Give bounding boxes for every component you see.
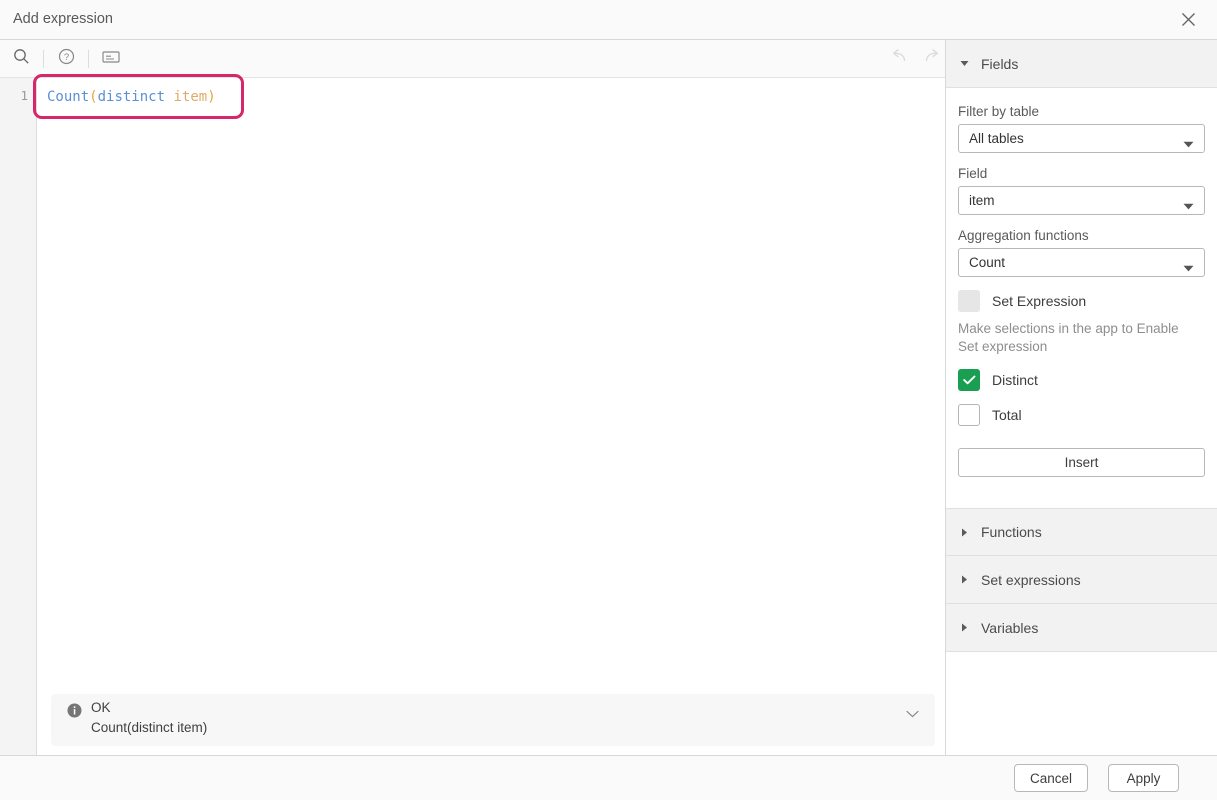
dialog-footer: Cancel Apply — [0, 755, 1217, 800]
caret-right-icon — [959, 575, 969, 585]
set-expression-helper-text: Make selections in the app to Enable Set… — [958, 320, 1196, 356]
sidebar-panel: Fields Filter by table All tables Field … — [945, 40, 1217, 755]
check-icon — [963, 375, 976, 385]
section-label-fields: Fields — [981, 56, 1018, 72]
editor-gutter: 1 — [0, 78, 37, 755]
svg-text:?: ? — [63, 52, 68, 63]
section-header-fields[interactable]: Fields — [946, 40, 1217, 88]
info-icon — [67, 703, 82, 718]
line-number: 1 — [20, 88, 28, 103]
token-keyword: distinct — [98, 89, 165, 105]
status-expand-button[interactable] — [906, 705, 919, 723]
field-label: Field — [958, 166, 1205, 181]
status-title: OK — [91, 700, 111, 715]
insert-button[interactable]: Insert — [958, 448, 1205, 477]
token-open-paren: ( — [89, 89, 97, 105]
distinct-checkbox-row[interactable]: Distinct — [958, 369, 1205, 391]
fields-panel-body: Filter by table All tables Field item Ag… — [946, 88, 1217, 487]
panel-spacer — [946, 487, 1217, 508]
status-detail: Count(distinct item) — [91, 720, 207, 735]
undo-arrow-icon — [890, 48, 909, 70]
section-label-variables: Variables — [981, 620, 1038, 636]
caret-right-icon — [959, 623, 969, 633]
dialog-title: Add expression — [13, 11, 113, 27]
token-function: Count — [47, 89, 89, 105]
caret-down-icon — [959, 59, 969, 69]
validation-status-panel: OK Count(distinct item) — [51, 694, 935, 746]
aggregation-functions-select[interactable]: Count — [958, 248, 1205, 277]
field-select[interactable]: item — [958, 186, 1205, 215]
chevron-down-icon — [1183, 198, 1194, 213]
filter-by-table-select[interactable]: All tables — [958, 124, 1205, 153]
filter-by-table-label: Filter by table — [958, 104, 1205, 119]
cancel-button[interactable]: Cancel — [1014, 764, 1088, 792]
code-editor-area[interactable]: Count(distinct item) — [38, 78, 945, 755]
set-expression-checkbox — [958, 290, 980, 312]
toolbar-divider-1 — [43, 50, 44, 68]
search-icon — [13, 48, 30, 70]
field-value: item — [969, 193, 995, 208]
card-label-icon — [102, 50, 120, 69]
chevron-down-icon — [1183, 260, 1194, 275]
chevron-down-icon — [906, 705, 919, 722]
search-button[interactable] — [0, 40, 42, 78]
code-line-1: Count(distinct item) — [38, 88, 216, 106]
total-label: Total — [992, 407, 1022, 423]
help-button[interactable]: ? — [45, 40, 87, 78]
filter-by-table-value: All tables — [969, 131, 1024, 146]
set-expression-checkbox-row: Set Expression — [958, 290, 1205, 312]
section-label-set-expressions: Set expressions — [981, 572, 1081, 588]
total-checkbox-row[interactable]: Total — [958, 404, 1205, 426]
add-expression-dialog: Add expression — [0, 0, 1217, 800]
distinct-label: Distinct — [992, 372, 1038, 388]
aggregation-functions-label: Aggregation functions — [958, 228, 1205, 243]
redo-arrow-icon — [922, 48, 941, 70]
section-header-functions[interactable]: Functions — [946, 508, 1217, 556]
set-expression-label: Set Expression — [992, 293, 1086, 309]
token-field: item — [165, 89, 207, 105]
apply-button[interactable]: Apply — [1108, 764, 1179, 792]
help-circle-icon: ? — [58, 48, 75, 70]
section-label-functions: Functions — [981, 524, 1042, 540]
close-icon — [1181, 12, 1196, 27]
section-header-variables[interactable]: Variables — [946, 604, 1217, 652]
section-header-set-expressions[interactable]: Set expressions — [946, 556, 1217, 604]
toolbar-divider-2 — [88, 50, 89, 68]
label-button[interactable] — [90, 40, 132, 78]
expression-editor-column: ? — [0, 40, 945, 755]
editor-toolbar: ? — [0, 40, 945, 78]
distinct-checkbox[interactable] — [958, 369, 980, 391]
caret-right-icon — [959, 527, 969, 537]
token-close-paren: ) — [207, 89, 215, 105]
dialog-titlebar: Add expression — [0, 0, 1217, 40]
chevron-down-icon — [1183, 136, 1194, 151]
close-button[interactable] — [1160, 0, 1217, 39]
aggregation-functions-value: Count — [969, 255, 1005, 270]
total-checkbox[interactable] — [958, 404, 980, 426]
